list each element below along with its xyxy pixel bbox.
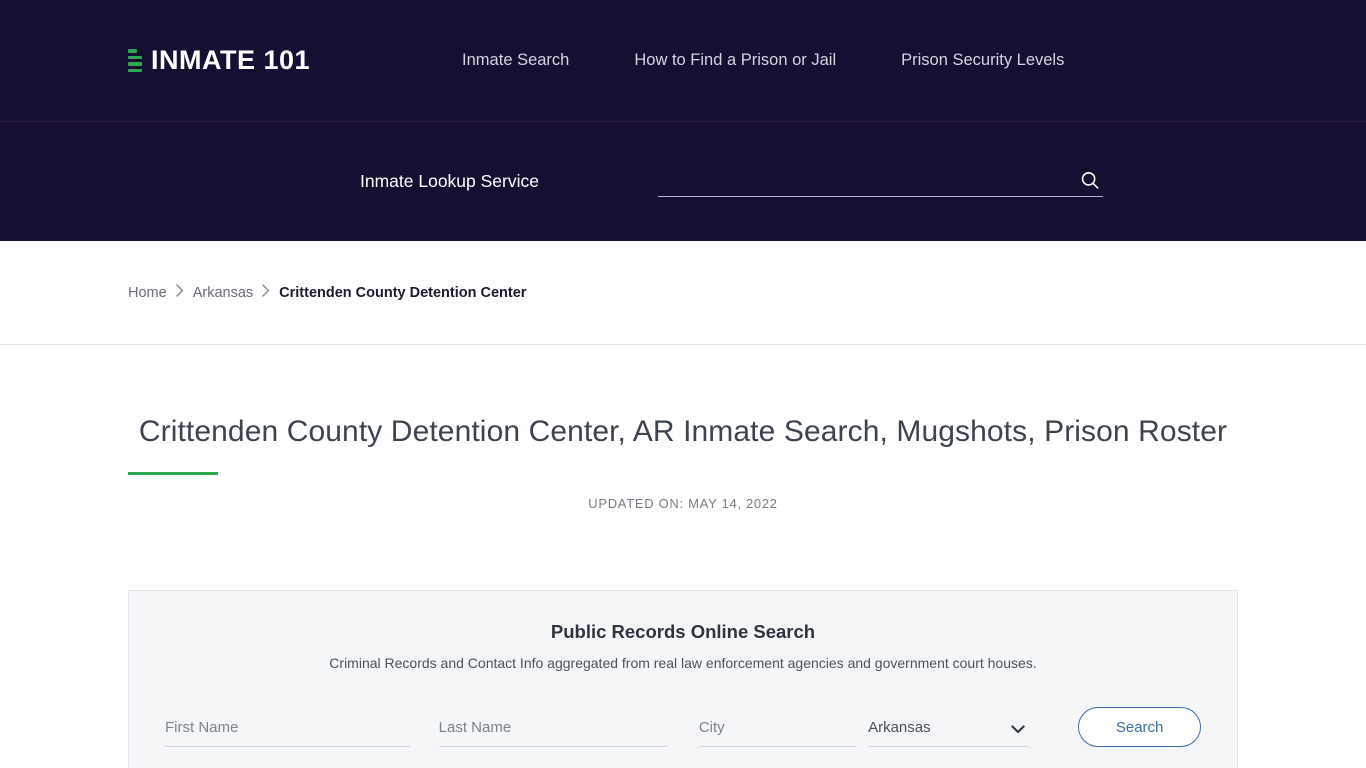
lookup-row: Inmate Lookup Service (0, 122, 1366, 241)
updated-on-text: UPDATED ON: MAY 14, 2022 (588, 496, 778, 511)
panel-title: Public Records Online Search (550, 621, 816, 642)
last-name-input[interactable] (438, 717, 667, 738)
site-header: INMATE 101 Inmate Search How to Find a P… (0, 0, 1366, 241)
chevron-right-glyph-2 (262, 284, 270, 297)
city-input[interactable] (698, 717, 857, 738)
header-search-field (658, 166, 1103, 197)
main-content: Crittenden County Detention Center, AR I… (0, 345, 1366, 768)
bars-logo-icon (128, 49, 142, 72)
first-name-field (165, 717, 410, 747)
state-field: Arkansas (868, 717, 1030, 747)
title-accent-rule (128, 472, 218, 475)
page-title: Crittenden County Detention Center, AR I… (138, 415, 1228, 448)
primary-nav-row: INMATE 101 Inmate Search How to Find a P… (0, 0, 1366, 122)
records-search-button[interactable]: Search (1078, 707, 1201, 747)
site-logo[interactable]: INMATE 101 (128, 45, 310, 76)
first-name-input[interactable] (165, 717, 410, 738)
city-field (698, 717, 857, 747)
nav-item-how-to-find-a-prison-or-jail[interactable]: How to Find a Prison or Jail (634, 43, 836, 78)
state-select[interactable]: Arkansas (868, 717, 1030, 738)
logo-text: INMATE 101 (151, 45, 311, 75)
nav-item-prison-security-levels[interactable]: Prison Security Levels (901, 43, 1064, 78)
breadcrumb-item-current: Crittenden County Detention Center (279, 284, 527, 301)
chevron-right-icon (175, 284, 184, 301)
breadcrumb-item-arkansas[interactable]: Arkansas (193, 285, 253, 301)
last-name-field (438, 717, 667, 747)
main-navigation: Inmate Search How to Find a Prison or Ja… (462, 43, 1064, 78)
breadcrumb-item-home[interactable]: Home (128, 285, 167, 301)
breadcrumb: Home Arkansas Crittenden County Detentio… (128, 284, 526, 301)
search-submit-icon-button[interactable] (1079, 169, 1101, 191)
search-icon (1081, 171, 1099, 189)
chevron-right-glyph (175, 284, 183, 297)
lookup-service-label: Inmate Lookup Service (360, 171, 539, 191)
nav-item-inmate-search[interactable]: Inmate Search (462, 43, 569, 78)
breadcrumb-band: Home Arkansas Crittenden County Detentio… (0, 241, 1366, 345)
panel-subtitle: Criminal Records and Contact Info aggreg… (329, 655, 1037, 671)
search-input[interactable] (658, 166, 1103, 197)
public-records-panel: Public Records Online Search Criminal Re… (128, 590, 1238, 768)
chevron-right-icon-2 (262, 284, 270, 301)
public-records-search-form: Arkansas Search (165, 707, 1201, 747)
